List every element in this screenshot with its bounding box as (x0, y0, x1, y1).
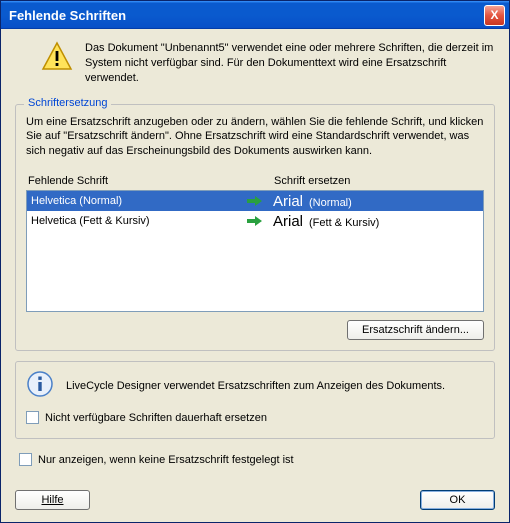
font-listbox[interactable]: Helvetica (Normal) Arial (Normal) Helvet… (26, 190, 484, 312)
font-table: Fehlende Schrift Schrift ersetzen Helvet… (26, 175, 484, 312)
dialog-content: Das Dokument "Unbenannt5" verwendet eine… (1, 29, 509, 522)
header-substitute-font: Schrift ersetzen (274, 175, 482, 187)
help-button[interactable]: Hilfe (15, 490, 90, 510)
substitute-font-name: Arial (273, 213, 303, 230)
change-button-row: Ersatzschrift ändern... (26, 320, 484, 340)
only-show-checkbox[interactable] (19, 453, 32, 466)
only-show-row: Nur anzeigen, wenn keine Ersatzschrift f… (19, 453, 495, 466)
arrow-icon (247, 215, 273, 227)
warning-row: Das Dokument "Unbenannt5" verwendet eine… (15, 41, 495, 86)
info-group: LiveCycle Designer verwendet Ersatzschri… (15, 361, 495, 439)
missing-fonts-dialog: Fehlende Schriften X Das Dokument "Unben… (0, 0, 510, 523)
window-title: Fehlende Schriften (9, 8, 126, 23)
permanent-replace-row: Nicht verfügbare Schriften dauerhaft ers… (26, 411, 484, 424)
missing-font-label: Helvetica (Normal) (31, 195, 247, 207)
permanent-replace-label: Nicht verfügbare Schriften dauerhaft ers… (45, 412, 267, 424)
substitute-font-style: (Normal) (309, 197, 352, 209)
close-icon: X (490, 8, 498, 22)
arrow-icon (247, 195, 273, 207)
header-missing-font: Fehlende Schrift (28, 175, 248, 187)
info-icon (26, 370, 54, 401)
font-row[interactable]: Helvetica (Normal) Arial (Normal) (27, 191, 483, 211)
change-substitute-button[interactable]: Ersatzschrift ändern... (347, 320, 484, 340)
group-description: Um eine Ersatzschrift anzugeben oder zu … (26, 115, 484, 160)
dialog-buttons: Hilfe OK (15, 484, 495, 510)
title-bar: Fehlende Schriften X (1, 1, 509, 29)
warning-text: Das Dokument "Unbenannt5" verwendet eine… (85, 41, 495, 86)
ok-button[interactable]: OK (420, 490, 495, 510)
permanent-replace-checkbox[interactable] (26, 411, 39, 424)
group-title: Schriftersetzung (24, 97, 111, 109)
warning-icon (41, 41, 73, 76)
close-button[interactable]: X (484, 5, 505, 26)
substitute-font-style: (Fett & Kursiv) (309, 217, 379, 229)
table-headers: Fehlende Schrift Schrift ersetzen (26, 175, 484, 190)
missing-font-label: Helvetica (Fett & Kursiv) (31, 215, 247, 227)
font-row[interactable]: Helvetica (Fett & Kursiv) Arial (Fett & … (27, 211, 483, 231)
substitute-font-name: Arial (273, 193, 303, 210)
only-show-label: Nur anzeigen, wenn keine Ersatzschrift f… (38, 454, 294, 466)
font-substitution-group: Schriftersetzung Um eine Ersatzschrift a… (15, 104, 495, 352)
info-row: LiveCycle Designer verwendet Ersatzschri… (26, 370, 484, 401)
info-text: LiveCycle Designer verwendet Ersatzschri… (66, 380, 445, 392)
